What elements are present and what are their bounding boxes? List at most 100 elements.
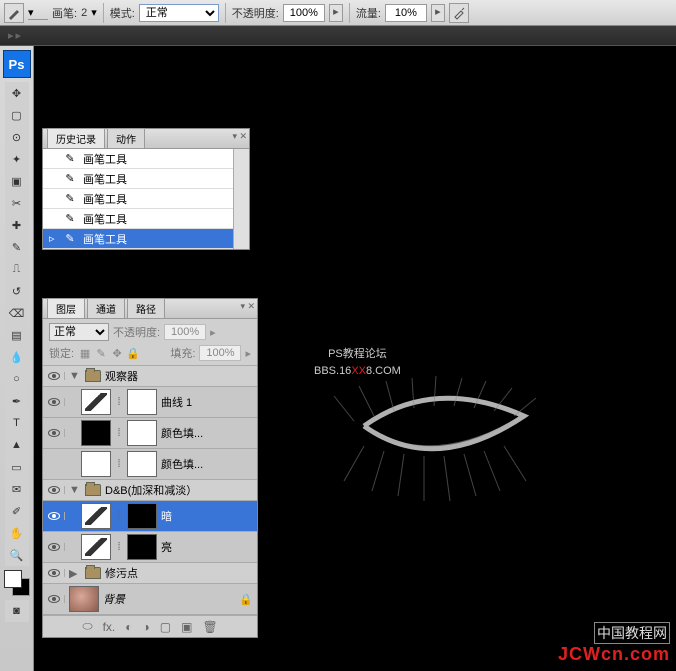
link-layers-icon[interactable]: ⬭ xyxy=(82,619,92,634)
link-icon: ⁞ xyxy=(115,396,123,408)
stamp-tool-icon[interactable]: ⎍ xyxy=(5,258,29,280)
mask-thumb[interactable] xyxy=(127,420,157,446)
blend-mode-select[interactable]: 正常 xyxy=(49,323,109,341)
type-tool-icon[interactable]: T xyxy=(5,412,29,434)
layer-thumb[interactable] xyxy=(81,451,111,477)
notes-tool-icon[interactable]: ✉ xyxy=(5,478,29,500)
expand-icon[interactable]: ▼ xyxy=(69,484,81,496)
photoshop-logo[interactable]: Ps xyxy=(3,50,31,78)
wand-tool-icon[interactable]: ✦ xyxy=(5,148,29,170)
move-tool-icon[interactable]: ✥ xyxy=(5,82,29,104)
history-item[interactable]: ✎画笔工具 xyxy=(43,209,249,229)
airbrush-icon[interactable] xyxy=(449,3,469,23)
delete-layer-icon[interactable]: 🗑 xyxy=(202,620,217,634)
layer-group[interactable]: ▼ 观察器 xyxy=(43,366,257,387)
expand-icon[interactable]: ▶ xyxy=(69,567,81,580)
tab-actions[interactable]: 动作 xyxy=(107,128,145,148)
layer-light[interactable]: ⁞ 亮 xyxy=(43,532,257,563)
expand-icon[interactable]: ▼ xyxy=(69,370,81,382)
hand-tool-icon[interactable]: ✋ xyxy=(5,522,29,544)
tab-channels[interactable]: 通道 xyxy=(87,298,125,318)
layer-group[interactable]: ▶ 修污点 xyxy=(43,563,257,584)
blur-tool-icon[interactable]: 💧 xyxy=(5,346,29,368)
collapsed-panel-strip[interactable]: ▸▸ xyxy=(0,26,676,46)
visibility-icon[interactable] xyxy=(48,372,60,380)
visibility-icon[interactable] xyxy=(48,486,60,494)
fx-icon[interactable]: fx. xyxy=(103,620,116,634)
crop-tool-icon[interactable]: ▣ xyxy=(5,170,29,192)
quickmask-icon[interactable]: ◙ xyxy=(5,600,29,622)
brush-size-value[interactable]: 2 xyxy=(81,7,87,19)
layer-colorfill[interactable]: ⁞ 颜色填... xyxy=(43,449,257,480)
layer-thumb[interactable] xyxy=(69,586,99,612)
opacity-arrow-icon[interactable]: ▸ xyxy=(329,4,343,22)
fill-arrow-icon[interactable]: ▸ xyxy=(245,347,251,360)
visibility-icon[interactable] xyxy=(48,595,60,603)
adjustment-thumb[interactable] xyxy=(81,503,111,529)
tab-layers[interactable]: 图层 xyxy=(47,298,85,318)
path-select-icon[interactable]: ▲ xyxy=(5,434,29,456)
flow-arrow-icon[interactable]: ▸ xyxy=(431,4,445,22)
dodge-tool-icon[interactable]: ○ xyxy=(5,368,29,390)
history-item-selected[interactable]: ▹✎画笔工具 xyxy=(43,229,249,249)
heal-tool-icon[interactable]: ✚ xyxy=(5,214,29,236)
visibility-icon[interactable] xyxy=(48,398,60,406)
lasso-tool-icon[interactable]: ⊙ xyxy=(5,126,29,148)
flow-input[interactable] xyxy=(385,4,427,22)
history-brush-icon[interactable]: ↺ xyxy=(5,280,29,302)
new-group-icon[interactable]: ▢ xyxy=(160,620,171,634)
gradient-tool-icon[interactable]: ▤ xyxy=(5,324,29,346)
tab-history[interactable]: 历史记录 xyxy=(47,128,105,148)
lock-position-icon[interactable]: ✥ xyxy=(110,346,124,360)
layer-opacity-input[interactable] xyxy=(164,324,206,340)
layer-group[interactable]: ▼ D&B(加深和减淡） xyxy=(43,480,257,501)
divider xyxy=(349,3,350,23)
layer-fill-input[interactable] xyxy=(199,345,241,361)
color-swatches[interactable] xyxy=(4,570,30,596)
scrollbar[interactable] xyxy=(233,149,249,249)
opacity-input[interactable] xyxy=(283,4,325,22)
adjustment-thumb[interactable] xyxy=(81,534,111,560)
slice-tool-icon[interactable]: ✂ xyxy=(5,192,29,214)
opacity-arrow-icon[interactable]: ▸ xyxy=(210,326,216,339)
adjustment-thumb[interactable] xyxy=(81,389,111,415)
brush-size-dropdown-icon[interactable]: ▾ xyxy=(91,6,97,19)
visibility-icon[interactable] xyxy=(48,429,60,437)
layer-thumb[interactable] xyxy=(81,420,111,446)
visibility-icon[interactable] xyxy=(48,569,60,577)
brush-tool-icon[interactable]: ✎ xyxy=(5,236,29,258)
brush-preset-dropdown[interactable]: ▾ xyxy=(28,6,48,20)
mask-thumb[interactable] xyxy=(127,451,157,477)
lock-all-icon[interactable]: 🔒 xyxy=(126,346,140,360)
layer-dark-selected[interactable]: ⁞ 暗 xyxy=(43,501,257,532)
lock-pixels-icon[interactable]: ✎ xyxy=(94,346,108,360)
history-item[interactable]: ✎画笔工具 xyxy=(43,169,249,189)
shape-tool-icon[interactable]: ▭ xyxy=(5,456,29,478)
zoom-tool-icon[interactable]: 🔍 xyxy=(5,544,29,566)
layer-background[interactable]: 背景 🔒 xyxy=(43,584,257,615)
tab-paths[interactable]: 路径 xyxy=(127,298,165,318)
mask-thumb[interactable] xyxy=(127,503,157,529)
panel-menu-icon[interactable]: ▾ ✕ xyxy=(240,301,255,312)
mask-thumb[interactable] xyxy=(127,534,157,560)
marquee-tool-icon[interactable]: ▢ xyxy=(5,104,29,126)
panel-menu-icon[interactable]: ▾ ✕ xyxy=(232,131,247,142)
visibility-icon[interactable] xyxy=(48,543,60,551)
mask-icon[interactable]: ◐ xyxy=(125,620,132,634)
visibility-icon[interactable] xyxy=(48,512,60,520)
history-item[interactable]: ✎画笔工具 xyxy=(43,149,249,169)
mask-thumb[interactable] xyxy=(127,389,157,415)
adjustment-icon[interactable]: ◑ xyxy=(143,620,150,634)
brush-tool-icon[interactable] xyxy=(4,3,24,23)
eraser-tool-icon[interactable]: ⌫ xyxy=(5,302,29,324)
lock-transparent-icon[interactable]: ▦ xyxy=(78,346,92,360)
layer-curves[interactable]: ⁞ 曲线 1 xyxy=(43,387,257,418)
eyedropper-tool-icon[interactable]: ✐ xyxy=(5,500,29,522)
new-layer-icon[interactable]: ▣ xyxy=(181,620,192,634)
foreground-color-swatch[interactable] xyxy=(4,570,22,588)
blend-mode-select[interactable]: 正常 xyxy=(139,4,219,22)
pen-tool-icon[interactable]: ✒ xyxy=(5,390,29,412)
layer-colorfill[interactable]: ⁞ 颜色填... xyxy=(43,418,257,449)
history-item[interactable]: ✎画笔工具 xyxy=(43,189,249,209)
folder-icon xyxy=(85,567,101,579)
